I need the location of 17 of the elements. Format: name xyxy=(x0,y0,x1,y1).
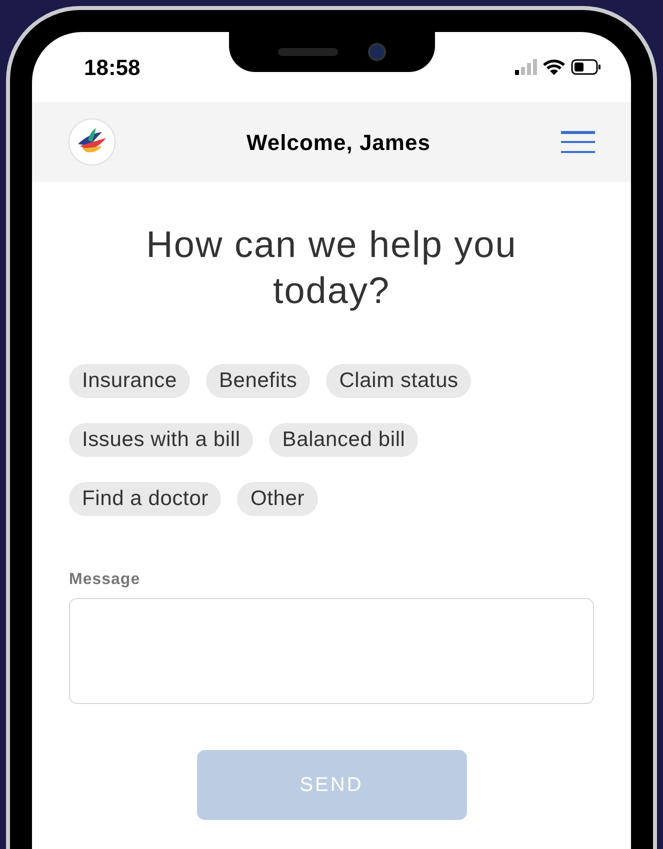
topic-chip[interactable]: Benefits xyxy=(206,364,310,398)
topic-chip[interactable]: Claim status xyxy=(326,364,472,398)
topic-chip[interactable]: Insurance xyxy=(69,364,190,398)
battery-icon xyxy=(571,59,601,75)
page-heading: How can we help you today? xyxy=(145,223,518,313)
signal-icon xyxy=(515,59,537,75)
message-label: Message xyxy=(69,570,142,590)
bird-logo-icon[interactable] xyxy=(68,118,116,166)
topic-chip[interactable]: Balanced bill xyxy=(269,423,418,457)
wifi-icon xyxy=(543,59,565,75)
header-title: Welcome, James xyxy=(246,128,430,156)
status-time: 18:58 xyxy=(84,54,140,82)
topic-chip[interactable]: Other xyxy=(237,482,318,516)
menu-icon[interactable] xyxy=(560,129,595,155)
topic-chip[interactable]: Issues with a bill xyxy=(69,423,254,457)
message-field[interactable] xyxy=(69,598,594,704)
topic-chip[interactable]: Find a doctor xyxy=(69,482,222,516)
